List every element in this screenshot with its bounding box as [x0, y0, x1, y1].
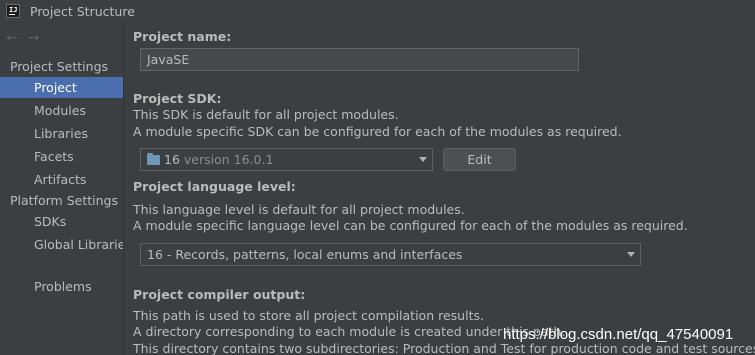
- compiler-output-description-1: This path is used to store all project c…: [133, 308, 484, 323]
- project-sdk-description-2: A module specific SDK can be configured …: [133, 124, 622, 139]
- sidebar-item-modules[interactable]: Modules: [0, 100, 124, 121]
- forward-arrow-icon[interactable]: →: [28, 30, 40, 46]
- window-title: Project Structure: [30, 3, 135, 19]
- project-sdk-description-1: This SDK is default for all project modu…: [133, 107, 399, 122]
- project-settings-section-label: Project Settings: [10, 59, 109, 74]
- intellij-app-icon: IJ: [6, 4, 20, 18]
- project-sdk-heading: Project SDK:: [133, 91, 222, 106]
- sidebar-item-problems[interactable]: Problems: [0, 276, 124, 297]
- nav-arrows: ← →: [6, 30, 39, 46]
- language-level-dropdown[interactable]: 16 - Records, patterns, local enums and …: [140, 243, 641, 266]
- sidebar-item-libraries[interactable]: Libraries: [0, 123, 124, 144]
- back-arrow-icon[interactable]: ←: [6, 30, 18, 46]
- compiler-output-heading: Project compiler output:: [133, 287, 306, 302]
- sidebar-item-project[interactable]: Project: [0, 77, 124, 98]
- sidebar-item-sdks[interactable]: SDKs: [0, 211, 124, 232]
- compiler-output-description-2: A directory corresponding to each module…: [133, 324, 566, 339]
- sidebar: ← → Project Settings Project Modules Lib…: [0, 22, 124, 355]
- project-sdk-dropdown[interactable]: 16 version 16.0.1: [140, 148, 433, 171]
- project-name-heading: Project name:: [133, 29, 232, 44]
- title-bar: IJ Project Structure: [0, 0, 755, 22]
- sidebar-item-artifacts[interactable]: Artifacts: [0, 169, 124, 190]
- language-level-description-2: A module specific language level can be …: [133, 218, 688, 233]
- chevron-down-icon: [627, 252, 635, 257]
- language-level-value: 16 - Records, patterns, local enums and …: [147, 247, 463, 262]
- watermark-text: https://blog.csdn.net/qq_47540091: [503, 326, 734, 343]
- sidebar-item-facets[interactable]: Facets: [0, 146, 124, 167]
- language-level-heading: Project language level:: [133, 179, 296, 194]
- project-settings-panel: Project name: JavaSE Project SDK: This S…: [124, 22, 755, 355]
- sidebar-item-global-libraries[interactable]: Global Libraries: [0, 234, 124, 255]
- compiler-output-description-3: This directory contains two subdirectori…: [133, 341, 755, 355]
- platform-settings-section-label: Platform Settings: [10, 193, 118, 208]
- sdk-name: 16: [164, 152, 180, 167]
- sdk-version: version 16.0.1: [183, 152, 274, 167]
- language-level-description-1: This language level is default for all p…: [133, 202, 465, 217]
- folder-icon: [147, 153, 160, 165]
- chevron-down-icon: [419, 157, 427, 162]
- project-structure-window: IJ Project Structure ← → Project Setting…: [0, 0, 755, 355]
- edit-sdk-button[interactable]: Edit: [443, 148, 516, 171]
- project-name-input[interactable]: JavaSE: [140, 48, 579, 71]
